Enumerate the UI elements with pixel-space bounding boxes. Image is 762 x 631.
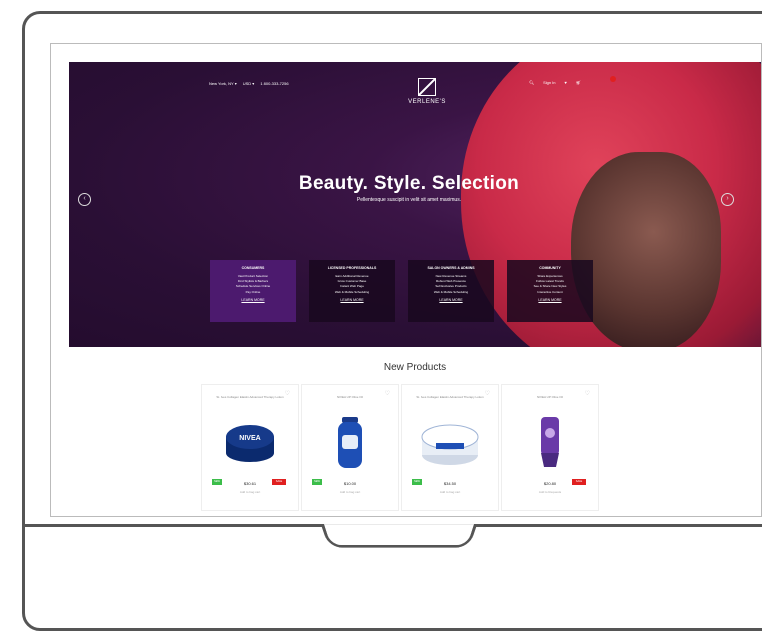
- card-item: Interactive Content: [537, 289, 563, 294]
- product-image[interactable]: [302, 415, 398, 470]
- audience-cards: CONSUMERS Vast Product Selection Find St…: [210, 260, 593, 322]
- product-name[interactable]: St. Ives Collagen Elastin Advanced Thera…: [202, 395, 298, 399]
- logo-mark-icon: [418, 78, 436, 96]
- laptop-notch: [320, 524, 478, 548]
- card-item: Web & Mobile Scheduling: [334, 289, 370, 294]
- product-card[interactable]: NIVEA UP Olive Oil ♡ SALE $20.80 Add to …: [501, 384, 599, 511]
- product-card[interactable]: St. Ives Collagen Elastin Advanced Thera…: [401, 384, 499, 511]
- wishlist-heart-icon[interactable]: ♡: [485, 390, 490, 397]
- product-card[interactable]: NIVEA UP Olive Oil ♡ NEW $10.00 Add to b…: [301, 384, 399, 511]
- wishlist-heart-icon[interactable]: ♡: [585, 390, 590, 397]
- learn-more-link[interactable]: LEARN MORE: [507, 298, 593, 302]
- card-item: Web & Mobile Scheduling: [433, 289, 469, 294]
- product-price: $30.61: [243, 481, 257, 486]
- location-selector[interactable]: New York, NY ▾: [209, 81, 237, 86]
- card-item: Pay Online: [245, 289, 261, 294]
- add-to-cart-link[interactable]: Add to bag cart: [302, 490, 398, 494]
- hero-banner: New York, NY ▾ USD ▾ 1 800-333-7256 VERL…: [69, 62, 761, 347]
- product-image[interactable]: [502, 415, 598, 470]
- product-name[interactable]: St. Ives Collagen Elastin Advanced Thera…: [402, 395, 498, 399]
- product-price: $34.50: [443, 481, 457, 486]
- svg-text:NIVEA: NIVEA: [239, 435, 260, 442]
- product-price: $20.80: [543, 481, 557, 486]
- product-name[interactable]: NIVEA UP Olive Oil: [302, 395, 398, 399]
- card-professionals[interactable]: LICENSED PROFESSIONALS Earn Additional R…: [309, 260, 395, 322]
- hero-model-face: [571, 152, 721, 347]
- card-title: CONSUMERS: [241, 266, 265, 270]
- cart-badge: [610, 76, 616, 82]
- product-grid: St. Ives Collagen Elastin Advanced Thera…: [201, 384, 599, 511]
- product-image[interactable]: NIVEA: [202, 415, 298, 470]
- phone-number: 1 800-333-7256: [260, 81, 289, 86]
- card-community[interactable]: COMMUNITY Share Experiences Follow Lates…: [507, 260, 593, 322]
- add-to-cart-link[interactable]: Add to Requests: [502, 490, 598, 494]
- brand-logo[interactable]: VERLENE'S: [407, 78, 447, 105]
- brand-name: VERLENE'S: [408, 99, 446, 105]
- currency-selector[interactable]: USD ▾: [243, 81, 255, 86]
- card-consumers[interactable]: CONSUMERS Vast Product Selection Find St…: [210, 260, 296, 322]
- card-title: COMMUNITY: [539, 266, 561, 270]
- card-title: LICENSED PROFESSIONALS: [327, 266, 377, 270]
- signin-link[interactable]: Sign In: [543, 80, 555, 85]
- add-to-cart-link[interactable]: Add to bag cart: [402, 490, 498, 494]
- wishlist-heart-icon[interactable]: ♡: [385, 390, 390, 397]
- product-price: $10.00: [343, 481, 357, 486]
- new-products-title: New Products: [383, 362, 447, 373]
- learn-more-link[interactable]: LEARN MORE: [309, 298, 395, 302]
- search-icon[interactable]: 🔍︎: [529, 80, 534, 85]
- add-to-cart-link[interactable]: Add to bag cart: [202, 490, 298, 494]
- card-salon-owners[interactable]: SALON OWNERS & ADMINS New Revenue Stream…: [408, 260, 494, 322]
- hero-subline: Pellentesque suscipit in velit sit amet …: [356, 197, 462, 203]
- product-name[interactable]: NIVEA UP Olive Oil: [502, 395, 598, 399]
- carousel-prev-button[interactable]: ‹: [78, 193, 91, 206]
- hero-headline: Beauty. Style. Selection: [298, 173, 520, 194]
- top-bar: New York, NY ▾ USD ▾ 1 800-333-7256 VERL…: [69, 74, 761, 124]
- cart-icon[interactable]: 🛒︎: [576, 80, 581, 85]
- learn-more-link[interactable]: LEARN MORE: [210, 298, 296, 302]
- product-image[interactable]: [402, 415, 498, 470]
- carousel-next-button[interactable]: ›: [721, 193, 734, 206]
- laptop-screen: New York, NY ▾ USD ▾ 1 800-333-7256 VERL…: [50, 43, 762, 517]
- heart-icon[interactable]: ♥: [565, 80, 567, 85]
- product-card[interactable]: St. Ives Collagen Elastin Advanced Thera…: [201, 384, 299, 511]
- learn-more-link[interactable]: LEARN MORE: [408, 298, 494, 302]
- wishlist-heart-icon[interactable]: ♡: [285, 390, 290, 397]
- card-title: SALON OWNERS & ADMINS: [427, 266, 475, 270]
